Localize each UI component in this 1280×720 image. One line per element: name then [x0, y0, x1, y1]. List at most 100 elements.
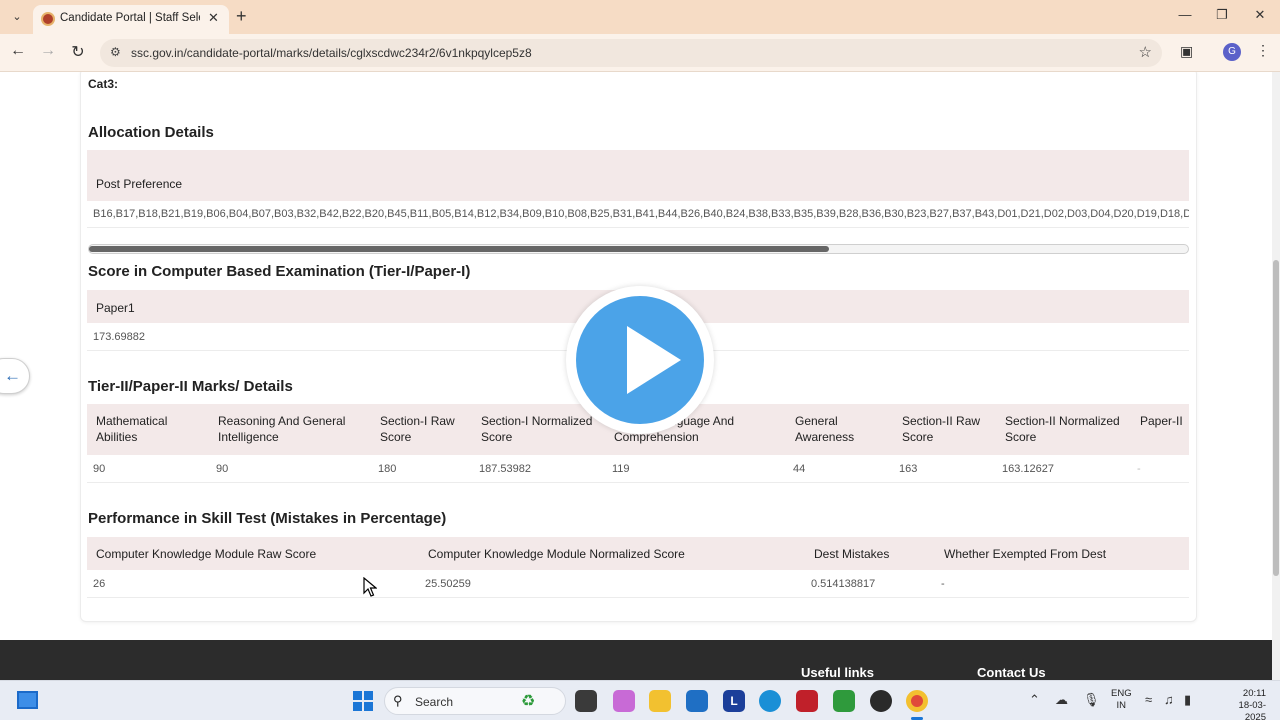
site-footer: Useful links Contact Us — [0, 640, 1280, 680]
skill-header-cell: Dest Mistakes — [814, 547, 890, 561]
microphone-icon[interactable]: 🎙 — [1083, 692, 1100, 708]
allocation-table-row: B16,B17,B18,B21,B19,B06,B04,B07,B03,B32,… — [87, 201, 1189, 228]
tier2-value-cell: 44 — [793, 463, 806, 475]
mcafee-icon[interactable] — [796, 690, 818, 712]
tier2-value-cell: 163 — [899, 463, 918, 475]
video-play-button[interactable] — [566, 286, 714, 434]
search-label: Search — [415, 695, 454, 709]
chrome-icon[interactable] — [906, 690, 928, 712]
show-hidden-icons-chevron-icon[interactable]: ⌃ — [1029, 692, 1040, 708]
forward-arrow-icon[interactable]: → — [37, 42, 59, 60]
media-app-icon[interactable] — [870, 690, 892, 712]
vertical-scrollbar-thumb[interactable] — [1273, 260, 1279, 576]
skill-header-cell: Computer Knowledge Module Raw Score — [96, 547, 317, 561]
browser-menu-icon[interactable]: ⋮ — [1256, 42, 1270, 59]
skill-header-cell: Whether Exempted From Dest — [944, 547, 1107, 561]
windows-start-icon[interactable] — [353, 691, 373, 711]
allocation-details-title: Allocation Details — [88, 124, 214, 141]
tier2-header-cell: Section-II Normalized Score — [1005, 414, 1120, 444]
skill-value-cell: 25.50259 — [425, 578, 471, 590]
skill-value-cell: 0.514138817 — [811, 578, 876, 590]
copilot-icon[interactable] — [613, 690, 635, 712]
tier2-value-cell: 187.53982 — [479, 463, 531, 475]
reload-icon[interactable]: ↻ — [67, 42, 89, 62]
windows-taskbar: ⚲ Search ♻ L ⌃ ☁ 🎙 ENG IN ≈ ♫ ▮ 20:11 18… — [0, 680, 1280, 720]
cat3-label: Cat3: — [88, 77, 119, 91]
tier2-value-cell: 119 — [612, 463, 630, 475]
skill-test-title: Performance in Skill Test (Mistakes in P… — [88, 510, 447, 527]
task-view-icon[interactable] — [575, 690, 597, 712]
address-bar[interactable]: ⚙ ssc.gov.in/candidate-portal/marks/deta… — [100, 39, 1162, 67]
ssc-favicon-icon — [41, 12, 55, 26]
new-tab-button[interactable]: + — [236, 6, 247, 27]
tier2-header-cell: Mathematical Abilities — [96, 414, 168, 444]
skill-value-cell: - — [941, 578, 945, 590]
post-preference-header: Post Preference — [96, 177, 183, 191]
lang-region: IN — [1116, 700, 1127, 711]
tier2-value-cell: - — [1137, 463, 1141, 475]
bookmark-star-icon[interactable]: ☆ — [1139, 43, 1152, 61]
skill-table-header: Computer Knowledge Module Raw Score Comp… — [87, 537, 1189, 570]
input-language-indicator[interactable]: ENG IN — [1111, 688, 1132, 712]
url-text[interactable]: ssc.gov.in/candidate-portal/marks/detail… — [131, 46, 532, 60]
lang-code: ENG — [1111, 688, 1132, 699]
taskbar-search-box[interactable]: ⚲ Search ♻ — [384, 687, 566, 715]
volume-icon[interactable]: ♫ — [1164, 692, 1174, 707]
page-vertical-scrollbar[interactable] — [1272, 72, 1280, 680]
minimize-icon[interactable]: — — [1173, 7, 1197, 22]
tab-close-icon[interactable]: ✕ — [208, 10, 219, 26]
tab-search-button[interactable]: ⌄ — [7, 8, 27, 26]
paper1-value: 173.69882 — [93, 331, 145, 343]
xbox-icon[interactable] — [833, 690, 855, 712]
skill-table-row: 26 25.50259 0.514138817 - — [87, 570, 1189, 598]
skill-value-cell: 26 — [93, 578, 106, 590]
allocation-horizontal-scrollbar[interactable] — [88, 244, 1189, 254]
window-close-icon[interactable]: ✕ — [1248, 7, 1272, 23]
browser-toolbar: ← → ↻ ⚙ ssc.gov.in/candidate-portal/mark… — [0, 34, 1280, 72]
useful-links-heading: Useful links — [801, 665, 874, 680]
l-app-icon[interactable]: L — [723, 690, 745, 712]
tier2-value-cell: 163.12627 — [1002, 463, 1054, 475]
tier2-header-cell: Section-I Normalized Score — [481, 414, 593, 444]
edge-icon[interactable] — [759, 690, 781, 712]
play-icon — [627, 326, 681, 394]
post-preference-value: B16,B17,B18,B21,B19,B06,B04,B07,B03,B32,… — [93, 208, 1189, 220]
skill-header-cell: Computer Knowledge Module Normalized Sco… — [428, 547, 685, 561]
extensions-puzzle-icon[interactable]: ▣ — [1180, 43, 1193, 60]
tier2-header-cell: Section-I Raw Score — [380, 414, 455, 444]
paper1-header: Paper1 — [96, 301, 135, 315]
tab-title: Candidate Portal | Staff Selection Commi… — [60, 12, 200, 24]
tier2-header-cell: General Awareness — [795, 414, 855, 444]
tier2-header-cell: Section-II Raw Score — [902, 414, 981, 444]
site-info-icon[interactable]: ⚙ — [110, 45, 121, 59]
widgets-icon[interactable] — [17, 691, 38, 709]
back-arrow-icon[interactable]: ← — [7, 42, 29, 60]
recycle-highlight-icon: ♻ — [521, 693, 536, 710]
clock-time: 20:11 — [1242, 688, 1266, 699]
tier2-header-cell: Paper-II — [1140, 414, 1183, 428]
file-explorer-icon[interactable] — [649, 690, 671, 712]
tier1-score-title: Score in Computer Based Examination (Tie… — [88, 263, 471, 280]
play-button-circle — [576, 296, 704, 424]
store-icon[interactable] — [686, 690, 708, 712]
tier2-value-cell: 90 — [216, 463, 229, 475]
maximize-icon[interactable]: ❐ — [1210, 7, 1234, 23]
arrow-left-icon: ← — [4, 366, 21, 385]
clock-date: 18-03-2025 — [1238, 700, 1266, 720]
onedrive-icon[interactable]: ☁ — [1055, 692, 1068, 708]
profile-avatar[interactable]: G — [1223, 43, 1241, 61]
search-icon: ⚲ — [393, 693, 403, 708]
tier2-value-cell: 90 — [93, 463, 106, 475]
scrollbar-thumb[interactable] — [89, 246, 829, 252]
tier2-value-cell: 180 — [378, 463, 397, 475]
wifi-icon[interactable]: ≈ — [1145, 692, 1152, 707]
contact-us-heading: Contact Us — [977, 665, 1046, 680]
tier2-header-cell: Reasoning And General Intelligence — [218, 414, 346, 444]
system-clock[interactable]: 20:11 18-03-2025 — [1226, 688, 1266, 720]
tab-strip: ⌄ Candidate Portal | Staff Selection Com… — [0, 0, 1280, 34]
floating-back-button[interactable]: ← — [0, 358, 30, 394]
browser-tab-active[interactable]: Candidate Portal | Staff Selection Commi… — [33, 5, 229, 34]
battery-icon[interactable]: ▮ — [1184, 692, 1191, 708]
tier2-table-row: 90 90 180 187.53982 119 44 163 163.12627… — [87, 455, 1189, 483]
tier2-marks-title: Tier-II/Paper-II Marks/ Details — [88, 378, 293, 395]
